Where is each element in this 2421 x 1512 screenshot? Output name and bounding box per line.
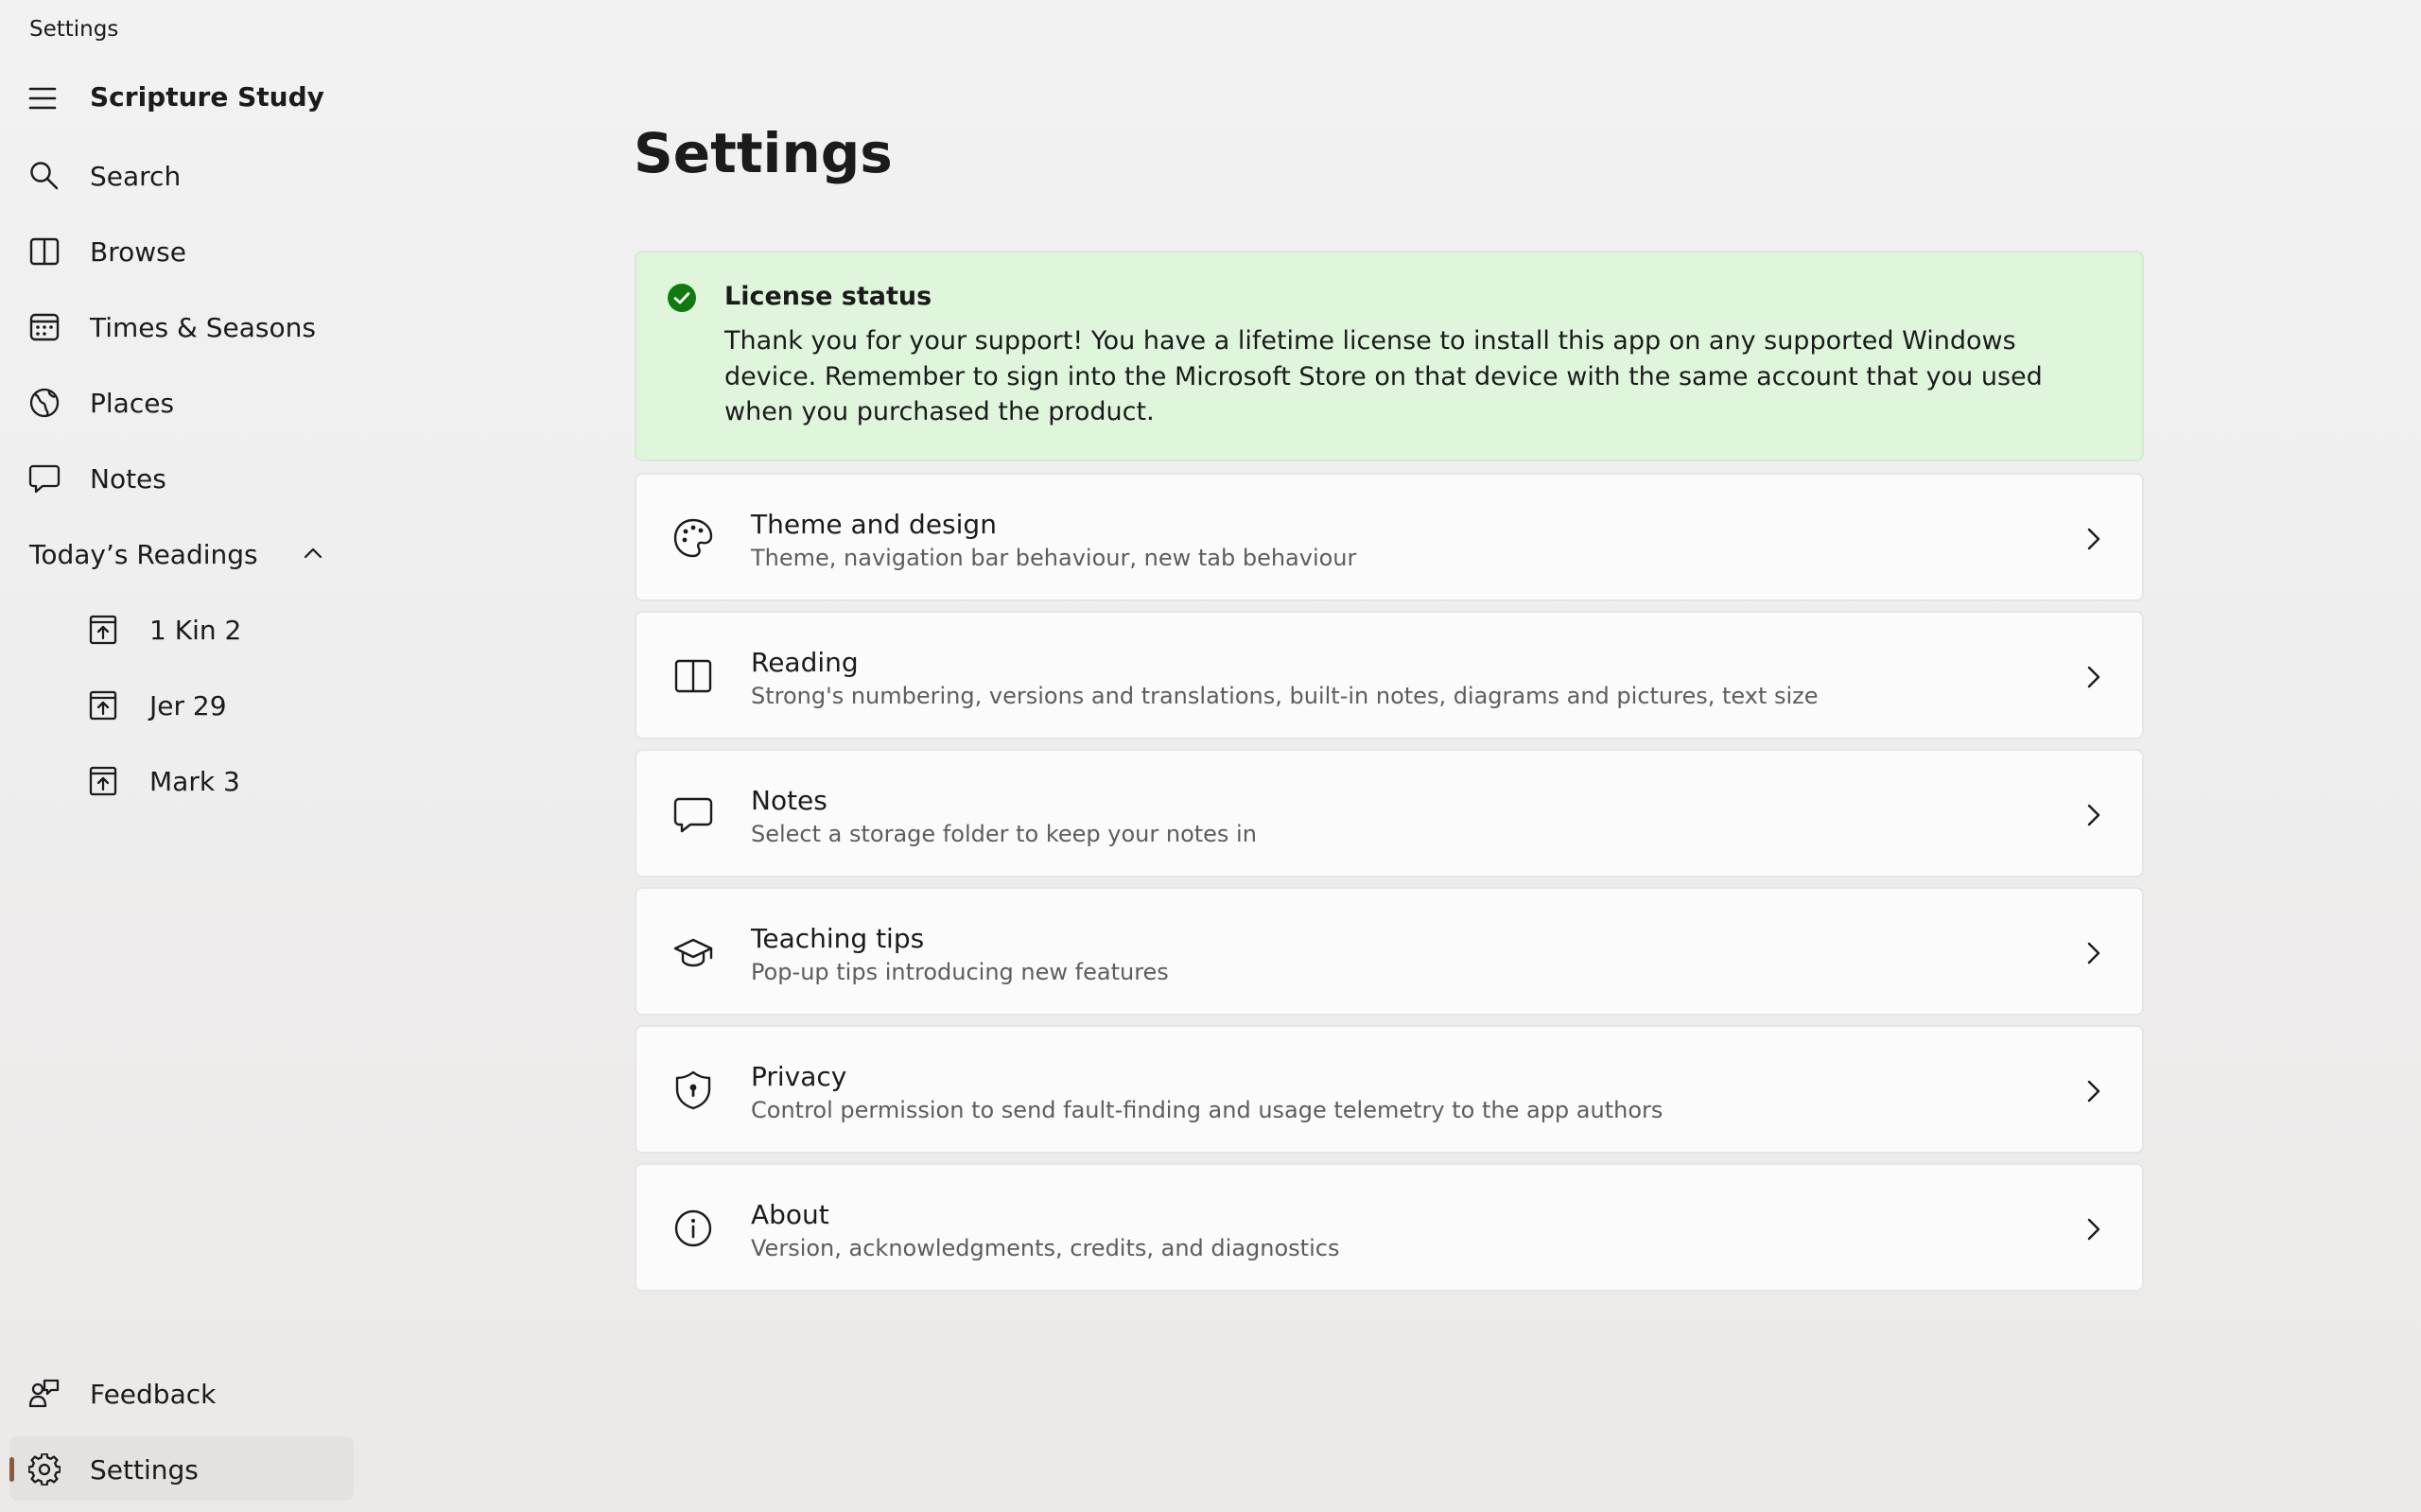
- settings-card-reading[interactable]: Reading Strong's numbering, versions and…: [635, 611, 2144, 739]
- card-title: Privacy: [751, 1061, 847, 1092]
- speech-bubble-icon: [673, 797, 713, 833]
- nav-item-label: Mark 3: [149, 766, 240, 797]
- card-description: Control permission to send fault-finding…: [751, 1097, 1663, 1123]
- chevron-right-icon: [2087, 1218, 2100, 1241]
- reading-icon: [89, 615, 117, 645]
- book-icon: [29, 237, 60, 266]
- nav-item-label: Settings: [90, 1454, 199, 1486]
- settings-card-privacy[interactable]: Privacy Control permission to send fault…: [635, 1025, 2144, 1154]
- palette-icon: [673, 518, 713, 558]
- card-title: About: [751, 1199, 829, 1230]
- reading-icon: [89, 766, 117, 796]
- hamburger-menu-button[interactable]: [27, 86, 63, 111]
- feedback-icon: [28, 1379, 60, 1408]
- nav-item-places[interactable]: Places: [9, 370, 354, 434]
- settings-card-teaching-tips[interactable]: Teaching tips Pop-up tips introducing ne…: [635, 887, 2144, 1016]
- settings-card-notes[interactable]: Notes Select a storage folder to keep yo…: [635, 749, 2144, 878]
- app-title: Scripture Study: [90, 81, 324, 113]
- nav-item-label: 1 Kin 2: [149, 615, 242, 646]
- nav-item-label: Browse: [90, 236, 186, 268]
- card-title: Teaching tips: [751, 923, 925, 954]
- card-title: Theme and design: [751, 509, 997, 540]
- chevron-right-icon: [2087, 942, 2100, 965]
- nav-item-label: Search: [90, 161, 182, 192]
- page-title: Settings: [634, 121, 893, 185]
- hamburger-icon: [28, 87, 57, 110]
- settings-card-theme-and-design[interactable]: Theme and design Theme, navigation bar b…: [635, 473, 2144, 601]
- globe-icon: [29, 388, 60, 418]
- nav-item-label: Notes: [90, 463, 166, 495]
- card-description: Theme, navigation bar behaviour, new tab…: [751, 545, 1357, 571]
- nav-item-notes[interactable]: Notes: [9, 445, 354, 510]
- card-title: Notes: [751, 785, 827, 816]
- license-message: Thank you for your support! You have a l…: [724, 326, 2043, 426]
- card-description: Pop-up tips introducing new features: [751, 959, 1169, 985]
- chevron-up-icon: [304, 547, 322, 559]
- nav-item-label: Places: [90, 388, 175, 419]
- nav-item-feedback[interactable]: Feedback: [9, 1361, 354, 1425]
- card-title: Reading: [751, 647, 859, 678]
- nav-item-times-seasons[interactable]: Times & Seasons: [9, 294, 354, 358]
- nav-item-label: Times & Seasons: [90, 312, 316, 343]
- calendar-icon: [29, 313, 60, 341]
- card-description: Select a storage folder to keep your not…: [751, 821, 1257, 847]
- gear-icon: [28, 1453, 61, 1486]
- chevron-right-icon: [2087, 666, 2100, 688]
- nav-header: Scripture Study: [0, 66, 359, 129]
- speech-bubble-icon: [28, 464, 61, 494]
- book-icon: [674, 659, 712, 693]
- chevron-right-icon: [2087, 528, 2100, 550]
- reading-icon: [89, 690, 117, 721]
- chevron-right-icon: [2087, 804, 2100, 826]
- window-title: Settings: [29, 17, 119, 42]
- chevron-right-icon: [2087, 1080, 2100, 1103]
- graduation-cap-icon: [673, 938, 713, 967]
- license-title: License status: [724, 282, 932, 311]
- search-icon: [30, 162, 59, 190]
- license-status-card: License status Thank you for your suppor…: [635, 251, 2144, 461]
- nav-item-reading-jer29[interactable]: Jer 29: [9, 672, 354, 737]
- nav-item-reading-1kin2[interactable]: 1 Kin 2: [9, 597, 354, 661]
- card-description: Version, acknowledgments, credits, and d…: [751, 1235, 1340, 1261]
- nav-item-label: Feedback: [90, 1379, 217, 1410]
- shield-lock-icon: [675, 1070, 711, 1110]
- section-label: Today’s Readings: [29, 539, 258, 570]
- check-circle-icon: [668, 284, 696, 312]
- nav-item-browse[interactable]: Browse: [9, 218, 354, 283]
- info-icon: [674, 1209, 712, 1247]
- nav-item-search[interactable]: Search: [9, 143, 354, 207]
- nav-item-label: Jer 29: [149, 690, 227, 721]
- nav-item-settings[interactable]: Settings: [9, 1436, 354, 1501]
- selection-indicator: [9, 1457, 14, 1482]
- settings-card-about[interactable]: About Version, acknowledgments, credits,…: [635, 1163, 2144, 1292]
- card-description: Strong's numbering, versions and transla…: [751, 683, 1819, 709]
- nav-section-todays-readings[interactable]: Today’s Readings: [9, 521, 354, 585]
- nav-item-reading-mark3[interactable]: Mark 3: [9, 748, 354, 812]
